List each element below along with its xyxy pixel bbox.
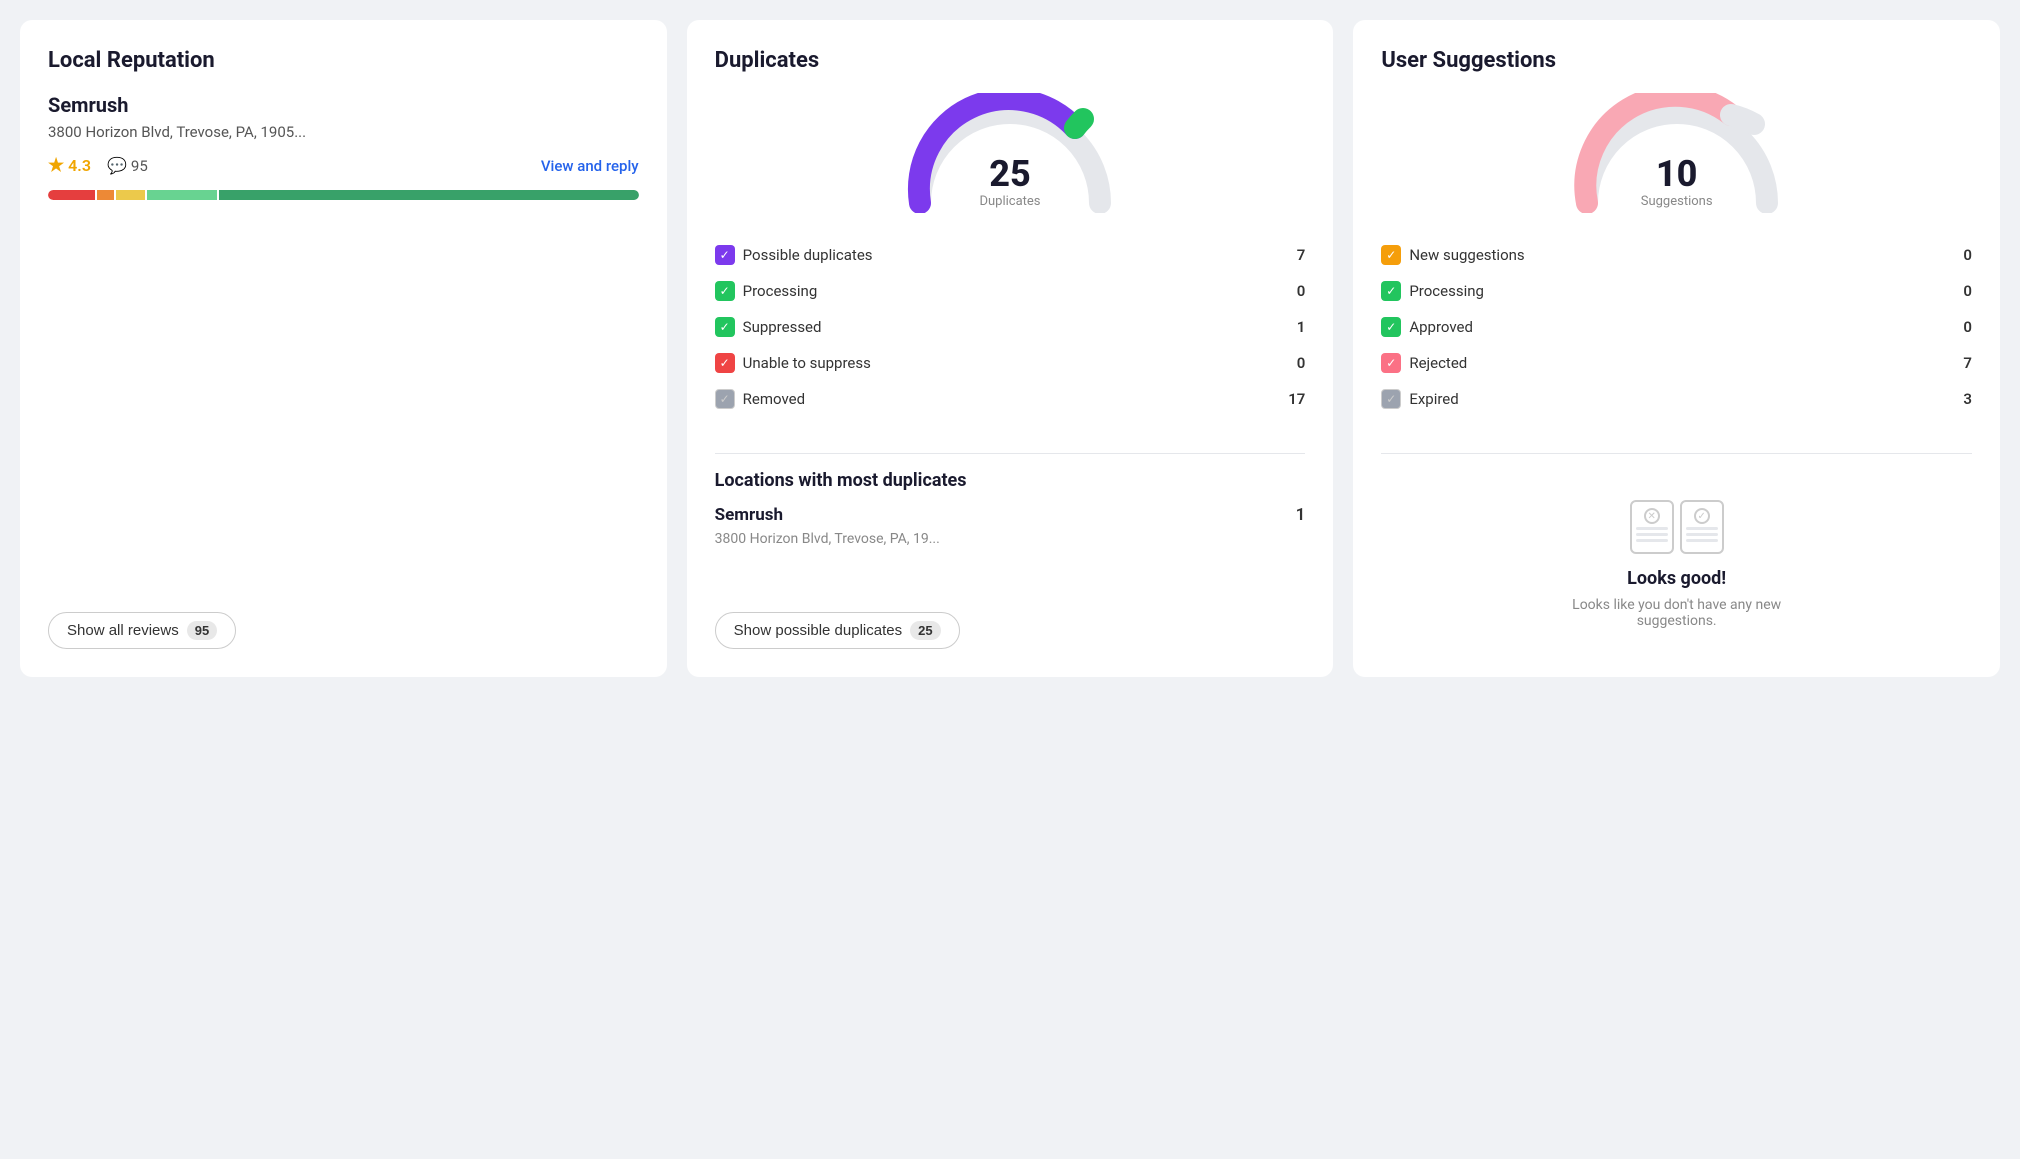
stat-value-rejected: 7 xyxy=(1963,354,1972,372)
gauge-label-duplicates: Duplicates xyxy=(979,194,1040,209)
stat-label-removed: Removed xyxy=(743,390,805,408)
stat-value-new-suggestions: 0 xyxy=(1963,246,1972,264)
location-name: Semrush xyxy=(715,505,783,525)
stat-removed: ✓ Removed 17 xyxy=(715,381,1306,417)
duplicates-stats-list: ✓ Possible duplicates 7 ✓ Processing 0 ✓… xyxy=(715,237,1306,417)
duplicates-gauge: 25 Duplicates xyxy=(715,93,1306,213)
stat-possible-duplicates: ✓ Possible duplicates 7 xyxy=(715,237,1306,273)
location-row: Semrush 1 xyxy=(715,505,1306,525)
looks-good-text: Looks like you don't have any new sugges… xyxy=(1547,597,1807,629)
bar-light-green xyxy=(147,190,217,200)
star-rating: ★ 4.3 xyxy=(48,155,91,176)
duplicates-card: Duplicates 25 Duplicates ✓ Possible dupl… xyxy=(687,20,1334,677)
stat-label-suppressed: Suppressed xyxy=(743,318,822,336)
gauge-label-suggestions: Suggestions xyxy=(1641,194,1713,209)
gauge-number-duplicates: 25 xyxy=(979,156,1040,192)
local-reputation-title: Local Reputation xyxy=(48,48,639,73)
stat-new-suggestions: ✓ New suggestions 0 xyxy=(1381,237,1972,273)
location-count: 1 xyxy=(1296,505,1306,525)
stat-value-suppressed: 1 xyxy=(1297,318,1306,336)
doc-approved: ✓ xyxy=(1680,500,1724,554)
business-name: Semrush xyxy=(48,93,639,117)
divider-2 xyxy=(1381,453,1972,454)
stat-label-expired: Expired xyxy=(1409,390,1458,408)
stat-label-new-suggestions: New suggestions xyxy=(1409,246,1524,264)
icon-unable-suppress: ✓ xyxy=(715,353,735,373)
stat-label-possible-duplicates: Possible duplicates xyxy=(743,246,873,264)
business-address: 3800 Horizon Blvd, Trevose, PA, 1905... xyxy=(48,123,639,141)
stat-value-processing-dup: 0 xyxy=(1297,282,1306,300)
stat-value-unable-suppress: 0 xyxy=(1297,354,1306,372)
icon-removed: ✓ xyxy=(715,389,735,409)
bar-green xyxy=(219,190,639,200)
icon-suppressed: ✓ xyxy=(715,317,735,337)
location-address: 3800 Horizon Blvd, Trevose, PA, 19... xyxy=(715,531,1306,547)
star-icon: ★ xyxy=(48,155,64,176)
doc-cross-icon: ✕ xyxy=(1644,508,1660,524)
show-duplicates-label: Show possible duplicates xyxy=(734,622,902,639)
stat-unable-to-suppress: ✓ Unable to suppress 0 xyxy=(715,345,1306,381)
icon-processing-sug: ✓ xyxy=(1381,281,1401,301)
stat-value-approved: 0 xyxy=(1963,318,1972,336)
show-all-label: Show all reviews xyxy=(67,622,179,639)
rating-bar xyxy=(48,190,639,200)
stat-approved: ✓ Approved 0 xyxy=(1381,309,1972,345)
icon-processing-dup: ✓ xyxy=(715,281,735,301)
docs-icon: ✕ ✓ xyxy=(1630,500,1724,554)
stat-value-expired: 3 xyxy=(1963,390,1972,408)
divider-1 xyxy=(715,453,1306,454)
stat-label-rejected: Rejected xyxy=(1409,354,1467,372)
review-count: 💬 95 xyxy=(107,156,148,175)
stat-value-removed: 17 xyxy=(1288,390,1305,408)
show-duplicates-count: 25 xyxy=(910,621,940,640)
stat-label-processing-sug: Processing xyxy=(1409,282,1484,300)
doc-rejected: ✕ xyxy=(1630,500,1674,554)
user-suggestions-title: User Suggestions xyxy=(1381,48,1972,73)
icon-rejected: ✓ xyxy=(1381,353,1401,373)
user-suggestions-gauge: 10 Suggestions xyxy=(1381,93,1972,213)
gauge-number-suggestions: 10 xyxy=(1641,156,1713,192)
stat-value-processing-sug: 0 xyxy=(1963,282,1972,300)
stat-label-processing-dup: Processing xyxy=(743,282,818,300)
stat-processing-sug: ✓ Processing 0 xyxy=(1381,273,1972,309)
suggestions-stats-list: ✓ New suggestions 0 ✓ Processing 0 ✓ App… xyxy=(1381,237,1972,417)
stat-label-unable-suppress: Unable to suppress xyxy=(743,354,871,372)
looks-good-title: Looks good! xyxy=(1627,568,1726,589)
stat-suppressed: ✓ Suppressed 1 xyxy=(715,309,1306,345)
duplicates-title: Duplicates xyxy=(715,48,1306,73)
empty-state: ✕ ✓ Looks good! Looks like you don't hav… xyxy=(1381,480,1972,649)
stat-value-possible-duplicates: 7 xyxy=(1297,246,1306,264)
bar-yellow xyxy=(116,190,145,200)
stat-expired: ✓ Expired 3 xyxy=(1381,381,1972,417)
rating-value: 4.3 xyxy=(68,156,91,175)
bar-red xyxy=(48,190,95,200)
icon-possible-duplicates: ✓ xyxy=(715,245,735,265)
rating-row: ★ 4.3 💬 95 View and reply xyxy=(48,155,639,176)
chat-icon: 💬 xyxy=(107,156,127,175)
gauge-center-duplicates: 25 Duplicates xyxy=(979,156,1040,209)
show-possible-duplicates-button[interactable]: Show possible duplicates 25 xyxy=(715,612,960,649)
stat-label-approved: Approved xyxy=(1409,318,1473,336)
show-all-reviews-button[interactable]: Show all reviews 95 xyxy=(48,612,236,649)
icon-approved: ✓ xyxy=(1381,317,1401,337)
stat-processing: ✓ Processing 0 xyxy=(715,273,1306,309)
doc-check-icon: ✓ xyxy=(1694,508,1710,524)
locations-title: Locations with most duplicates xyxy=(715,470,1306,491)
gauge-center-suggestions: 10 Suggestions xyxy=(1641,156,1713,209)
view-reply-button[interactable]: View and reply xyxy=(541,157,639,175)
review-count-value: 95 xyxy=(131,157,148,175)
local-reputation-card: Local Reputation Semrush 3800 Horizon Bl… xyxy=(20,20,667,677)
dashboard: Local Reputation Semrush 3800 Horizon Bl… xyxy=(20,20,2000,677)
show-all-count: 95 xyxy=(187,621,217,640)
icon-new-suggestions: ✓ xyxy=(1381,245,1401,265)
icon-expired: ✓ xyxy=(1381,389,1401,409)
stat-rejected: ✓ Rejected 7 xyxy=(1381,345,1972,381)
bar-orange xyxy=(97,190,114,200)
user-suggestions-card: User Suggestions 10 Suggestions ✓ New su… xyxy=(1353,20,2000,677)
